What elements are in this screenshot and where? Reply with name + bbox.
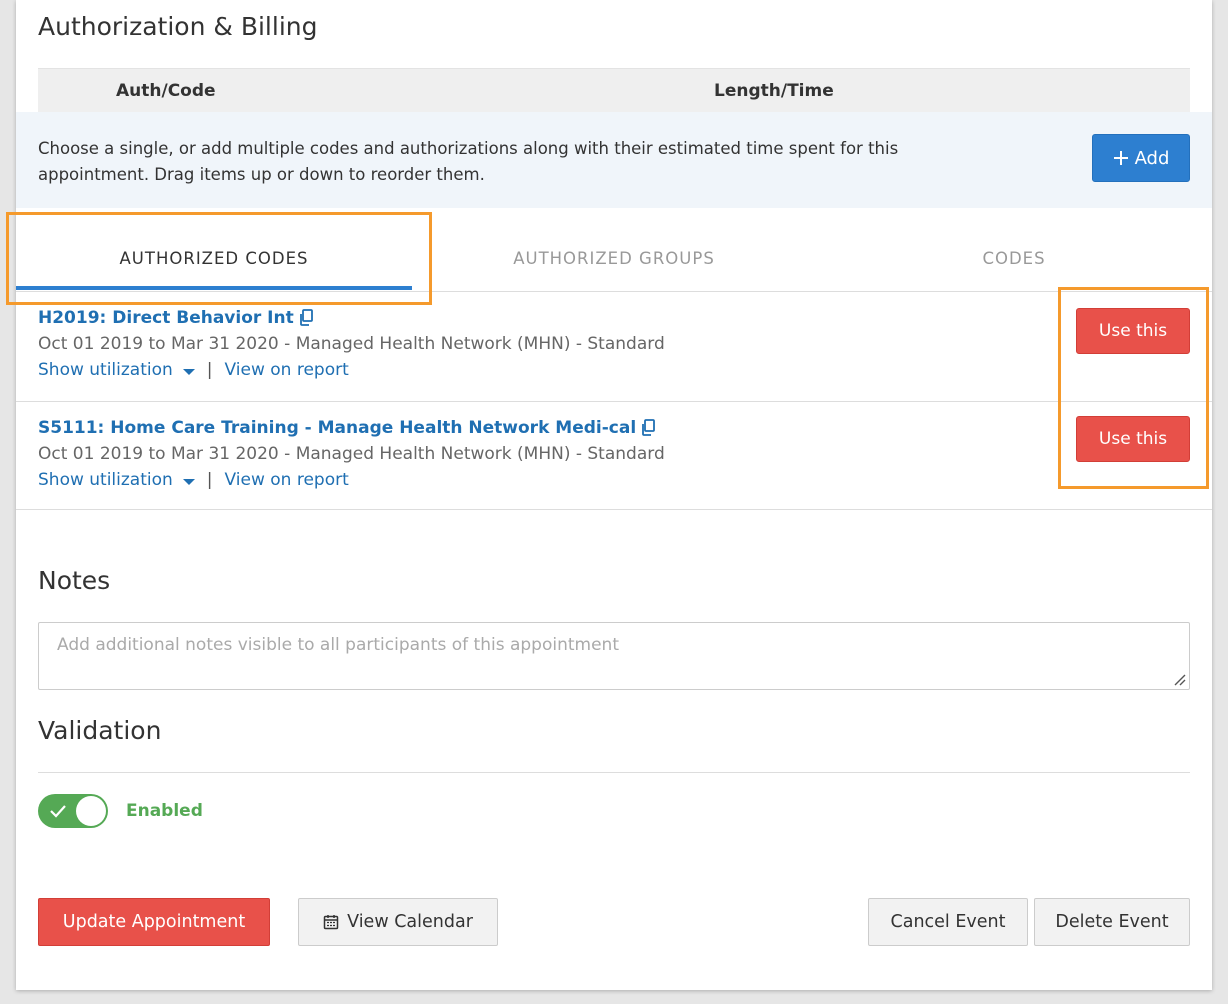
code-title: S5111: Home Care Training - Manage Healt… <box>38 418 637 438</box>
resize-grip-icon[interactable] <box>1172 672 1186 686</box>
tab-authorized-codes[interactable]: AUTHORIZED CODES <box>16 232 412 290</box>
code-link[interactable]: S5111: Home Care Training - Manage Healt… <box>38 418 656 438</box>
delete-event-button[interactable]: Delete Event <box>1034 898 1190 946</box>
col-auth-code: Auth/Code <box>116 81 216 101</box>
add-button-label: Add <box>1134 147 1170 169</box>
divider <box>38 772 1190 773</box>
add-button[interactable]: Add <box>1092 134 1190 182</box>
validation-title: Validation <box>38 716 162 745</box>
billing-info-text: Choose a single, or add multiple codes a… <box>38 139 899 184</box>
copy-icon[interactable] <box>298 309 314 327</box>
item-links: Show utilization | View on report <box>38 360 349 380</box>
show-utilization-label: Show utilization <box>38 470 173 490</box>
billing-info-row: Choose a single, or add multiple codes a… <box>16 112 1212 208</box>
notes-title: Notes <box>38 566 111 595</box>
show-utilization-label: Show utilization <box>38 360 173 380</box>
link-separator: | <box>206 360 213 380</box>
show-utilization-link[interactable]: Show utilization <box>38 360 195 380</box>
use-this-button[interactable]: Use this <box>1076 416 1190 462</box>
link-separator: | <box>206 470 213 490</box>
calendar-icon <box>323 915 339 930</box>
cancel-event-button[interactable]: Cancel Event <box>868 898 1028 946</box>
caret-down-icon <box>182 479 195 485</box>
view-calendar-label: View Calendar <box>347 912 473 932</box>
view-calendar-button[interactable]: View Calendar <box>298 898 498 946</box>
check-icon <box>50 805 66 818</box>
item-links: Show utilization | View on report <box>38 470 349 490</box>
col-length-time: Length/Time <box>714 81 834 101</box>
code-title: H2019: Direct Behavior Int <box>38 308 294 328</box>
show-utilization-link[interactable]: Show utilization <box>38 470 195 490</box>
validation-toggle[interactable] <box>38 794 108 828</box>
update-appointment-button[interactable]: Update Appointment <box>38 898 270 946</box>
billing-title: Authorization & Billing <box>38 12 318 41</box>
toggle-label: Enabled <box>126 801 203 821</box>
view-on-report-link[interactable]: View on report <box>225 360 349 380</box>
code-tabs: AUTHORIZED CODES AUTHORIZED GROUPS CODES <box>16 232 1212 292</box>
list-item: S5111: Home Care Training - Manage Healt… <box>16 402 1212 510</box>
tab-authorized-groups[interactable]: AUTHORIZED GROUPS <box>416 232 812 290</box>
appointment-panel: Authorization & Billing Auth/Code Length… <box>16 0 1212 990</box>
use-this-button[interactable]: Use this <box>1076 308 1190 354</box>
code-subtitle: Oct 01 2019 to Mar 31 2020 - Managed Hea… <box>38 334 665 354</box>
caret-down-icon <box>182 369 195 375</box>
code-subtitle: Oct 01 2019 to Mar 31 2020 - Managed Hea… <box>38 444 665 464</box>
view-on-report-link[interactable]: View on report <box>225 470 349 490</box>
list-item: H2019: Direct Behavior Int Oct 01 2019 t… <box>16 292 1212 402</box>
billing-table-header: Auth/Code Length/Time <box>38 68 1190 112</box>
toggle-knob <box>76 796 106 826</box>
notes-input[interactable] <box>38 622 1190 690</box>
tab-codes[interactable]: CODES <box>816 232 1212 290</box>
plus-icon <box>1113 151 1128 165</box>
code-link[interactable]: H2019: Direct Behavior Int <box>38 308 314 328</box>
copy-icon[interactable] <box>640 419 656 437</box>
